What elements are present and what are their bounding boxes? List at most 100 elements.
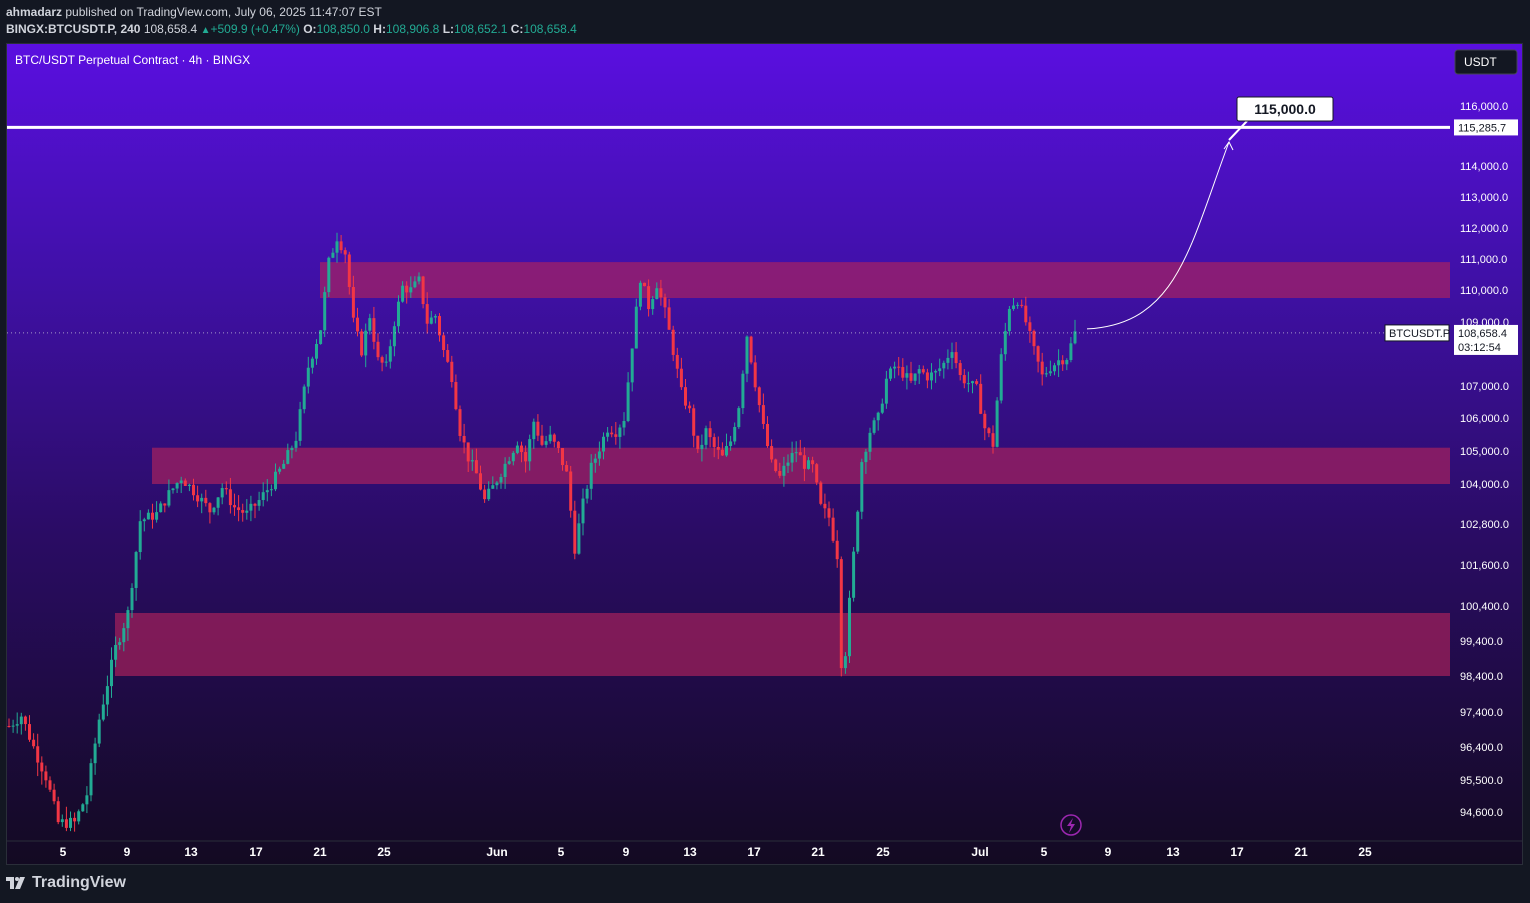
candle-body	[725, 446, 728, 456]
candle-body	[741, 373, 745, 409]
candle-body	[548, 434, 552, 442]
candle-body	[216, 497, 220, 508]
candle-body	[831, 517, 835, 541]
candle-body	[282, 463, 286, 469]
high-value: 108,906.8	[385, 22, 440, 36]
footer-branding: TradingView	[6, 874, 126, 892]
candle-body	[171, 488, 175, 491]
candle-body	[339, 241, 343, 251]
candle-body	[442, 335, 446, 351]
candle-body	[794, 452, 798, 454]
price-tick-label: 112,000.0	[1460, 223, 1508, 235]
candle-body	[712, 437, 716, 447]
candle-body	[966, 383, 970, 385]
candle-body	[671, 329, 675, 355]
candle-body	[462, 435, 466, 443]
time-tick-label: 5	[1041, 845, 1048, 859]
time-tick-label: 25	[1358, 845, 1372, 859]
candle-body	[536, 421, 540, 436]
candle-body	[1012, 305, 1015, 309]
candle-body	[265, 490, 269, 493]
candle-body	[811, 460, 815, 465]
price-tick-label: 104,000.0	[1460, 479, 1509, 491]
candle-body	[946, 357, 950, 363]
candle-body	[335, 241, 339, 253]
candle-body	[163, 503, 167, 506]
candle-body	[823, 503, 827, 509]
price-tick-label: 97,400.0	[1460, 707, 1503, 719]
candle-body	[696, 435, 700, 450]
price-tick-label: 100,400.0	[1460, 601, 1509, 613]
candle-body	[327, 257, 331, 293]
candle-body	[999, 354, 1003, 401]
candle-body	[884, 378, 888, 404]
candle-body	[876, 412, 880, 421]
price-tick-label: 95,500.0	[1460, 775, 1503, 787]
candle-body	[192, 484, 195, 496]
candle-body	[1061, 360, 1065, 365]
close-value: 108,658.4	[523, 22, 577, 36]
candle-body	[466, 442, 470, 462]
candle-body	[606, 432, 610, 437]
candle-body	[151, 512, 154, 520]
candle-body	[827, 508, 831, 518]
candle-body	[614, 434, 618, 437]
candle-body	[278, 468, 282, 472]
candle-body	[852, 551, 856, 598]
candle-body	[126, 610, 130, 629]
candle-body	[700, 444, 704, 450]
candle-body	[331, 252, 335, 258]
candle-body	[1003, 331, 1007, 355]
candle-body	[487, 488, 491, 500]
current-price-label: 108,658.4	[1458, 328, 1507, 340]
candle-body	[392, 326, 396, 347]
candle-body	[532, 421, 536, 440]
candle-body	[798, 452, 802, 456]
candle-body	[917, 369, 921, 374]
candle-body	[425, 304, 429, 324]
candle-body	[893, 366, 897, 369]
symbol-interval: BINGX:BTCUSDT.P, 240	[6, 22, 141, 36]
candle-body	[433, 316, 437, 318]
candle-body	[224, 488, 228, 490]
chart-header: ahmadarz published on TradingView.com, J…	[6, 4, 577, 39]
candle-body	[581, 498, 585, 524]
candle-body	[889, 368, 892, 379]
candle-body	[766, 423, 769, 447]
supply-demand-zone	[320, 262, 1450, 298]
candle-body	[130, 587, 134, 611]
candle-body	[515, 445, 519, 453]
time-tick-label: 17	[747, 845, 761, 859]
candle-body	[921, 369, 925, 373]
candle-body	[995, 400, 999, 447]
candle-body	[364, 330, 368, 356]
publish-info: published on TradingView.com, July 06, 2…	[65, 5, 382, 19]
publisher-name[interactable]: ahmadarz	[6, 5, 62, 19]
candle-body	[503, 463, 507, 478]
candle-body	[200, 497, 204, 502]
candle-body	[638, 282, 642, 307]
candle-body	[544, 441, 548, 445]
candle-body	[372, 318, 376, 342]
candle-body	[704, 428, 708, 445]
time-tick-label: Jul	[971, 845, 988, 859]
candle-body	[101, 704, 105, 720]
candle-body	[958, 363, 962, 376]
candle-body	[28, 724, 31, 740]
price-chart[interactable]: 115,000.0 116,000.0 114,000.0 113,000.0 112…	[7, 44, 1522, 864]
candle-body	[651, 299, 655, 310]
candle-body	[585, 488, 589, 499]
time-tick-label: 9	[124, 845, 131, 859]
currency-button[interactable]: USDT	[1464, 55, 1497, 69]
candle-body	[1044, 373, 1048, 375]
time-tick-label: 5	[60, 845, 67, 859]
candle-body	[864, 451, 868, 463]
price-tick-label: 105,000.0	[1460, 446, 1509, 458]
candle-body	[241, 510, 245, 513]
candle-body	[737, 408, 741, 428]
time-tick-label: 13	[184, 845, 198, 859]
candle-body	[187, 484, 191, 487]
candle-body	[749, 336, 753, 363]
candle-body	[1024, 305, 1028, 323]
price-tick-label: 116,000.0	[1460, 101, 1508, 113]
